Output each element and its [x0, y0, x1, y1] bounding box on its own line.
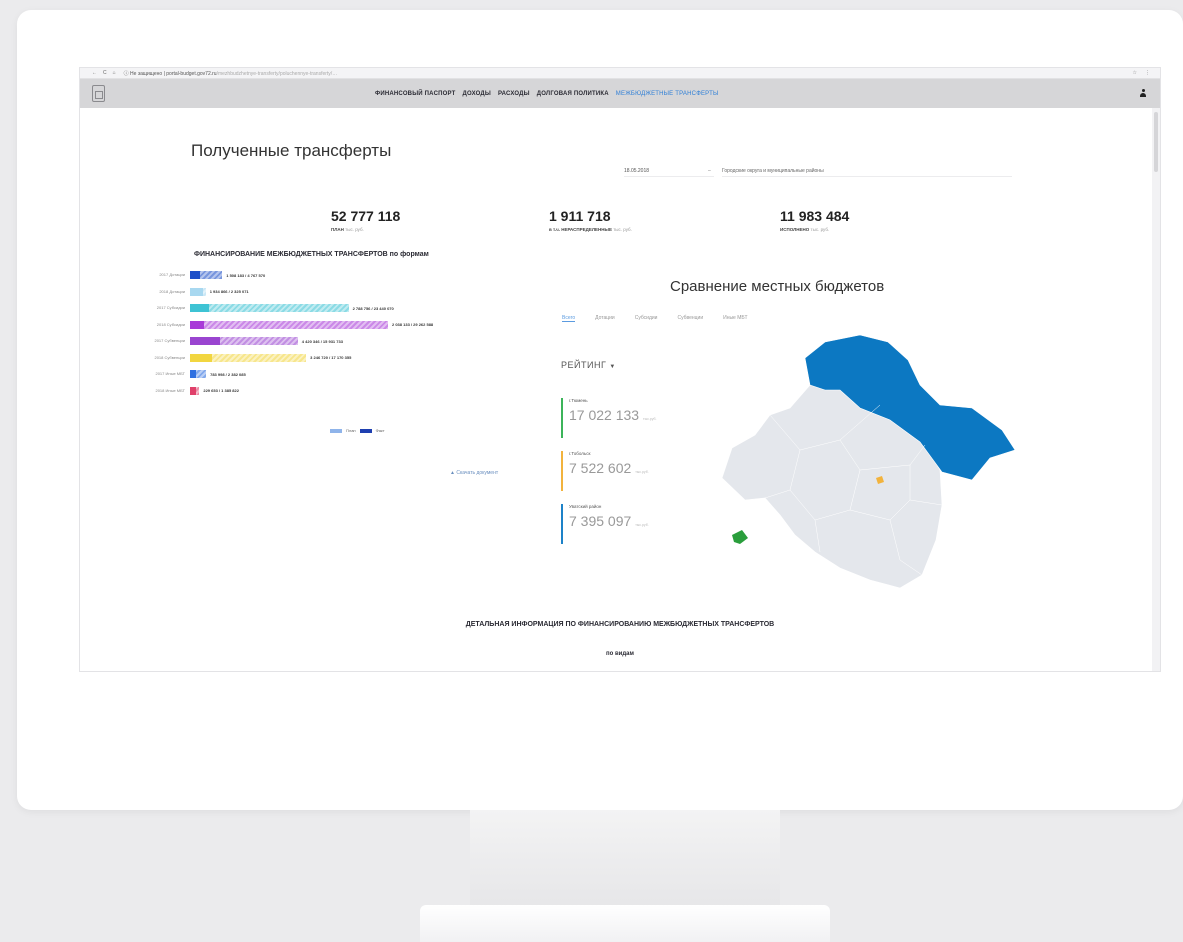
kpi-plan-caption: ПЛАН тыс. руб.: [331, 227, 364, 232]
bar-category-label: 2018 Иные МБТ: [155, 387, 185, 393]
date-filter[interactable]: 18.05.2018: [624, 168, 714, 177]
region-filter[interactable]: Городские округа и муниципальные районы: [722, 168, 1012, 177]
tab-other-transfers[interactable]: Иные МБТ: [723, 315, 747, 322]
detail-subtitle: по видам: [606, 651, 634, 657]
tab-dotations[interactable]: Дотации: [595, 315, 615, 322]
bar-fact[interactable]: [190, 386, 196, 395]
back-icon[interactable]: ←: [92, 70, 97, 76]
browser-bar: ← C ⌂ ⓘ Не защищено | portal-budget.gov7…: [80, 68, 1160, 79]
rating-item-name: г.Тобольск: [569, 451, 591, 456]
rating-item-value: 17 022 133 тыс.руб.: [569, 407, 657, 423]
legend-plan-label: План: [346, 428, 356, 433]
bar-value-label: 1 934 866 / 2 325 071: [209, 289, 249, 294]
site-header: ФИНАНСОВЫЙ ПАСПОРТ ДОХОДЫ РАСХОДЫ ДОЛГОВ…: [80, 79, 1160, 108]
home-icon[interactable]: ⌂: [113, 70, 116, 76]
screen: ← C ⌂ ⓘ Не защищено | portal-budget.gov7…: [80, 68, 1160, 671]
rating-item[interactable]: г.Тюмень 17 022 133 тыс.руб.: [561, 398, 656, 438]
user-icon[interactable]: [1140, 89, 1146, 97]
kpi-executed-caption: ИСПОЛНЕНО тыс. руб.: [780, 227, 830, 232]
browser-actions: ☆ ⋮: [1133, 70, 1150, 76]
bar-value-label: 1 508 183 / 4 767 570: [226, 272, 266, 278]
bar-fact[interactable]: [190, 353, 212, 362]
tab-total[interactable]: Всего: [562, 315, 576, 322]
coat-of-arms-logo[interactable]: [92, 85, 105, 102]
download-label: Скачать документ: [456, 470, 499, 476]
kpi-undistributed-value: 1 911 718: [549, 208, 611, 224]
bar-fact[interactable]: [190, 271, 201, 279]
kpi-executed: 11 983 484 ИСПОЛНЕНО тыс. руб.: [780, 208, 849, 232]
scrollbar-thumb[interactable]: [1154, 112, 1158, 172]
download-document-link[interactable]: ▲ Скачать документ: [450, 470, 498, 476]
kpi-undistributed-caption: в т.ч. НЕРАСПРЕДЕЛЕННЫЕ тыс. руб.: [549, 227, 632, 232]
nav-expenses[interactable]: РАСХОДЫ: [498, 91, 530, 97]
legend-fact-label: Факт: [375, 428, 385, 433]
detail-title: ДЕТАЛЬНАЯ ИНФОРМАЦИЯ ПО ФИНАНСИРОВАНИЮ М…: [465, 621, 775, 628]
monitor-base: [420, 905, 830, 942]
bar-category-label: 2017 Иные МБТ: [155, 371, 185, 376]
kpi-executed-value: 11 983 484: [780, 208, 850, 224]
bookmark-star-icon[interactable]: ☆: [1133, 70, 1137, 76]
browser-menu-icon[interactable]: ⋮: [1145, 70, 1150, 76]
address-bar[interactable]: ⓘ Не защищено | portal-budget.gov72.ru/m…: [124, 70, 338, 77]
region-map[interactable]: [710, 330, 1030, 590]
bar-fact[interactable]: [190, 337, 220, 345]
chart-legend: План Факт: [330, 428, 385, 433]
bar-value-label: 2 788 756 / 23 440 070: [352, 305, 394, 311]
bar-category-label: 2017 Субвенции: [154, 338, 185, 343]
rating-item-value: 7 522 602 тыс.руб.: [569, 460, 649, 476]
page-scrollbar[interactable]: [1152, 108, 1160, 671]
compare-tabs: Всего Дотации Субсидии Субвенции Иные МБ…: [562, 315, 748, 322]
rating-item-name: Уватский район: [569, 504, 602, 509]
bar-fact[interactable]: [190, 320, 204, 329]
sort-icon[interactable]: ▼: [609, 364, 615, 370]
bar-category-label: 2018 Дотации: [159, 288, 185, 294]
rating-title[interactable]: РЕЙТИНГ ▼: [561, 360, 616, 370]
rating-item-name: г.Тюмень: [569, 398, 588, 403]
monitor-frame: ← C ⌂ ⓘ Не защищено | portal-budget.gov7…: [17, 10, 1183, 810]
bar-plan[interactable]: [190, 320, 388, 329]
bar-value-label: 4 420 346 / 15 931 733: [301, 338, 343, 344]
rating-item-value: 7 395 097 тыс.руб.: [569, 513, 649, 529]
bar-value-label: 229 653 / 1 385 822: [203, 388, 239, 393]
kpi-plan-value: 52 777 118: [331, 208, 401, 224]
tab-subsidies[interactable]: Субсидии: [635, 315, 658, 322]
kpi-plan: 52 777 118 ПЛАН тыс. руб.: [331, 208, 400, 232]
rating-item[interactable]: г.Тобольск 7 522 602 тыс.руб.: [561, 451, 649, 491]
bar-category-label: 2018 Субвенции: [154, 354, 185, 360]
bar-category-label: 2017 Субсидии: [156, 305, 185, 310]
compare-title: Сравнение местных бюджетов: [670, 278, 885, 295]
nav-incomes[interactable]: ДОХОДЫ: [462, 91, 491, 97]
filter-separator: –: [708, 168, 711, 174]
top-nav: ФИНАНСОВЫЙ ПАСПОРТ ДОХОДЫ РАСХОДЫ ДОЛГОВ…: [375, 91, 718, 97]
reload-icon[interactable]: C: [103, 70, 107, 76]
bar-fact[interactable]: [190, 287, 204, 296]
download-icon: ▲: [450, 470, 455, 476]
url-host: ⓘ Не защищено | portal-budget.gov72.ru: [123, 70, 217, 77]
nav-financial-passport[interactable]: ФИНАНСОВЫЙ ПАСПОРТ: [375, 91, 455, 97]
bar-plan[interactable]: [190, 304, 349, 312]
page-title: Полученные трансферты: [191, 141, 392, 160]
monitor-stand: [470, 810, 780, 910]
bar-category-label: 2018 Субсидии: [156, 321, 185, 327]
nav-debt-policy[interactable]: ДОЛГОВАЯ ПОЛИТИКА: [537, 91, 609, 97]
legend-fact-swatch: [359, 428, 372, 433]
rating-item[interactable]: Уватский район 7 395 097 тыс.руб.: [561, 504, 649, 544]
bar-fact[interactable]: [190, 370, 196, 378]
bar-value-label: 783 998 / 2 382 085: [210, 371, 246, 377]
bar-value-label: 2 038 133 / 29 262 588: [392, 322, 434, 327]
bar-value-label: 3 246 720 / 17 170 355: [310, 355, 352, 360]
map-region-tyumen[interactable]: [732, 530, 748, 544]
bar-fact[interactable]: [190, 304, 209, 312]
bar-category-label: 2017 Дотации: [159, 272, 185, 277]
nav-interbudget-transfers[interactable]: МЕЖБЮДЖЕТНЫЕ ТРАНСФЕРТЫ: [616, 91, 719, 97]
legend-plan-swatch: [330, 428, 342, 433]
url-path: /mezhbudzhetnye-transferty/poluchennye-t…: [216, 70, 338, 77]
funding-chart-title: ФИНАНСИРОВАНИЕ МЕЖБЮДЖЕТНЫХ ТРАНСФЕРТОВ …: [194, 251, 429, 258]
browser-nav: ← C ⌂: [92, 70, 116, 76]
tab-subventions[interactable]: Субвенции: [677, 315, 703, 322]
kpi-undistributed: 1 911 718 в т.ч. НЕРАСПРЕДЕЛЕННЫЕ тыс. р…: [549, 208, 632, 232]
